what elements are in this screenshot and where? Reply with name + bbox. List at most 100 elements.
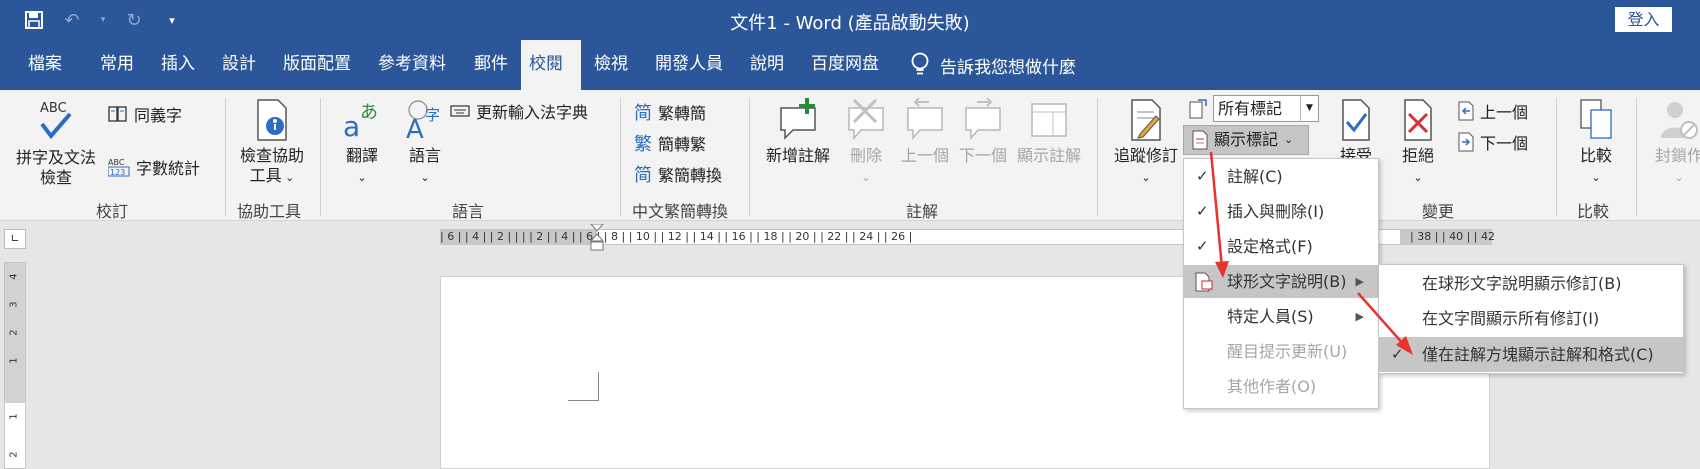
tab-review[interactable]: 校閱: [521, 40, 581, 90]
tab-layout[interactable]: 版面配置: [275, 40, 359, 90]
word-count-button[interactable]: ABC 123 字數統計: [108, 155, 200, 179]
tab-insert[interactable]: 插入: [153, 40, 203, 90]
delete-comment-icon: [848, 98, 884, 140]
spelling-grammar-button[interactable]: ABC 拼字及文法 檢查: [14, 98, 98, 188]
prev-change-button[interactable]: 上一個: [1458, 99, 1528, 123]
prev-comment-button[interactable]: 上一個: [897, 98, 953, 166]
prev-comment-label: 上一個: [900, 146, 949, 165]
submenu-arrow-icon: ▶: [1355, 275, 1364, 288]
translate-label: 翻譯: [345, 146, 378, 165]
spellcheck-icon: ABC: [40, 101, 72, 140]
tab-design[interactable]: 設計: [214, 40, 264, 90]
next-change-icon: [1458, 132, 1474, 152]
thesaurus-button[interactable]: 同義字: [108, 102, 182, 126]
vertical-ruler[interactable]: 4 3 2 1 1 2: [4, 262, 26, 469]
show-comments-button[interactable]: 顯示註解: [1013, 98, 1085, 166]
accept-button[interactable]: 接受: [1328, 98, 1384, 166]
update-ime-button[interactable]: 更新輸入法字典: [450, 99, 588, 123]
group-changes-label: 變更: [1422, 202, 1455, 221]
lightbulb-icon: [911, 52, 929, 75]
menu-item-label: 註解(C): [1227, 167, 1283, 186]
vruler-number: 4: [8, 273, 20, 280]
menu-item-comments[interactable]: ✓ 註解(C): [1184, 160, 1378, 193]
block-authors-button[interactable]: 封鎖作 ⌄: [1644, 98, 1700, 188]
tab-developer[interactable]: 開發人員: [647, 40, 731, 90]
title-bar: ↶ ▾ ↻ ▾ 文件1 - Word (產品啟動失敗) 登入: [0, 0, 1700, 40]
word-count-icon: ABC123: [108, 158, 130, 177]
thesaurus-icon: [108, 106, 127, 122]
compare-icon: [1580, 99, 1612, 139]
new-comment-button[interactable]: 新增註解: [762, 98, 834, 166]
tell-me-box[interactable]: 告訴我您想做什麼: [910, 40, 1076, 90]
new-comment-icon: [780, 98, 816, 140]
chinese-convert-button[interactable]: 简 繁簡轉換: [634, 161, 722, 187]
submenu-item-revisions-inline[interactable]: 在文字間顯示所有修訂(I): [1379, 301, 1683, 336]
language-label: 語言: [408, 146, 441, 165]
indent-marker-icon[interactable]: [590, 224, 604, 252]
vruler-number: 2: [8, 451, 20, 458]
next-comment-button[interactable]: 下一個: [955, 98, 1011, 166]
svg-text:A: A: [406, 115, 424, 142]
menu-item-specific-people[interactable]: 特定人員(S) ▶: [1184, 300, 1378, 333]
show-markup-icon: [1192, 130, 1208, 150]
submenu-item-comments-formatting-only[interactable]: ✓ 僅在註解方塊顯示註解和格式(C): [1379, 337, 1683, 372]
submenu-item-revisions-in-balloons[interactable]: 在球形文字說明顯示修訂(B): [1379, 266, 1683, 301]
translate-button[interactable]: aあ 翻譯 ⌄: [334, 98, 390, 188]
group-separator: [1556, 98, 1557, 216]
next-change-button[interactable]: 下一個: [1458, 130, 1528, 154]
vruler-number: 1: [8, 357, 20, 364]
trad-to-simp-button[interactable]: 简 繁轉簡: [634, 99, 706, 125]
menu-item-formatting[interactable]: ✓ 設定格式(F): [1184, 230, 1378, 263]
group-chinese-label: 中文繁簡轉換: [632, 202, 729, 221]
tab-references[interactable]: 參考資料: [370, 40, 454, 90]
language-icon: A字: [406, 100, 440, 142]
tab-mailings[interactable]: 郵件: [466, 40, 516, 90]
menu-item-other-authors[interactable]: 其他作者(O): [1184, 370, 1378, 403]
tab-file[interactable]: 檔案: [20, 40, 70, 90]
show-markup-menu: ✓ 註解(C) ✓ 插入與刪除(I) ✓ 設定格式(F) 球形文字說明(B) ▶…: [1183, 158, 1379, 409]
markup-display-select[interactable]: 所有標記 ▼: [1213, 95, 1319, 122]
block-authors-icon: [1661, 102, 1698, 139]
track-changes-button[interactable]: 追蹤修訂 ⌄: [1110, 98, 1182, 188]
vruler-number: 2: [8, 329, 20, 336]
show-comments-label: 顯示註解: [1016, 146, 1081, 165]
delete-comment-button[interactable]: 刪除 ⌄: [840, 98, 892, 188]
markup-display-value: 所有標記: [1218, 99, 1283, 118]
show-markup-button[interactable]: 顯示標記 ⌄: [1183, 125, 1309, 155]
markup-view-icon: [1188, 98, 1208, 124]
block-authors-label: 封鎖作: [1654, 146, 1700, 165]
translate-icon: aあ: [343, 102, 378, 142]
next-comment-icon: [965, 98, 1001, 140]
tab-home[interactable]: 常用: [92, 40, 142, 90]
group-separator: [320, 98, 321, 216]
menu-item-insertions-deletions[interactable]: ✓ 插入與刪除(I): [1184, 195, 1378, 228]
spelling-label-2: 檢查: [39, 168, 72, 187]
prev-change-label: 上一個: [1480, 103, 1529, 122]
tab-baidu[interactable]: 百度网盘: [803, 40, 887, 90]
submenu-item-label: 僅在註解方塊顯示註解和格式(C): [1422, 345, 1654, 364]
language-button[interactable]: A字 語言 ⌄: [395, 98, 455, 188]
balloons-submenu: 在球形文字說明顯示修訂(B) 在文字間顯示所有修訂(I) ✓ 僅在註解方塊顯示註…: [1378, 264, 1684, 374]
simp-to-trad-button[interactable]: 繁 簡轉繁: [634, 130, 706, 156]
tab-help[interactable]: 說明: [742, 40, 792, 90]
accept-icon: [1342, 99, 1370, 141]
tell-me-text: 告訴我您想做什麼: [940, 57, 1076, 78]
tab-selector[interactable]: ∟: [4, 229, 26, 249]
next-comment-label: 下一個: [958, 146, 1007, 165]
chinese-convert-icon: 简: [634, 165, 652, 186]
menu-item-balloons[interactable]: 球形文字說明(B) ▶: [1184, 265, 1378, 298]
check-accessibility-button[interactable]: 檢查協助 工具 ⌄: [236, 98, 308, 188]
new-comment-label: 新增註解: [765, 146, 830, 165]
checkmark-icon: ✓: [1196, 237, 1209, 255]
reject-button[interactable]: 拒絕 ⌄: [1390, 98, 1446, 188]
login-button[interactable]: 登入: [1615, 7, 1672, 32]
group-separator: [225, 98, 226, 216]
tab-view[interactable]: 檢視: [586, 40, 636, 90]
svg-text:ABC: ABC: [108, 158, 125, 167]
menu-item-highlight-updates[interactable]: 醒目提示更新(U): [1184, 335, 1378, 368]
show-comments-icon: [1031, 103, 1067, 137]
chevron-down-icon[interactable]: ▼: [1300, 96, 1318, 121]
accessibility-label-1: 檢查協助: [239, 146, 304, 165]
compare-button[interactable]: 比較 ⌄: [1568, 98, 1624, 188]
compare-label: 比較: [1579, 146, 1612, 165]
